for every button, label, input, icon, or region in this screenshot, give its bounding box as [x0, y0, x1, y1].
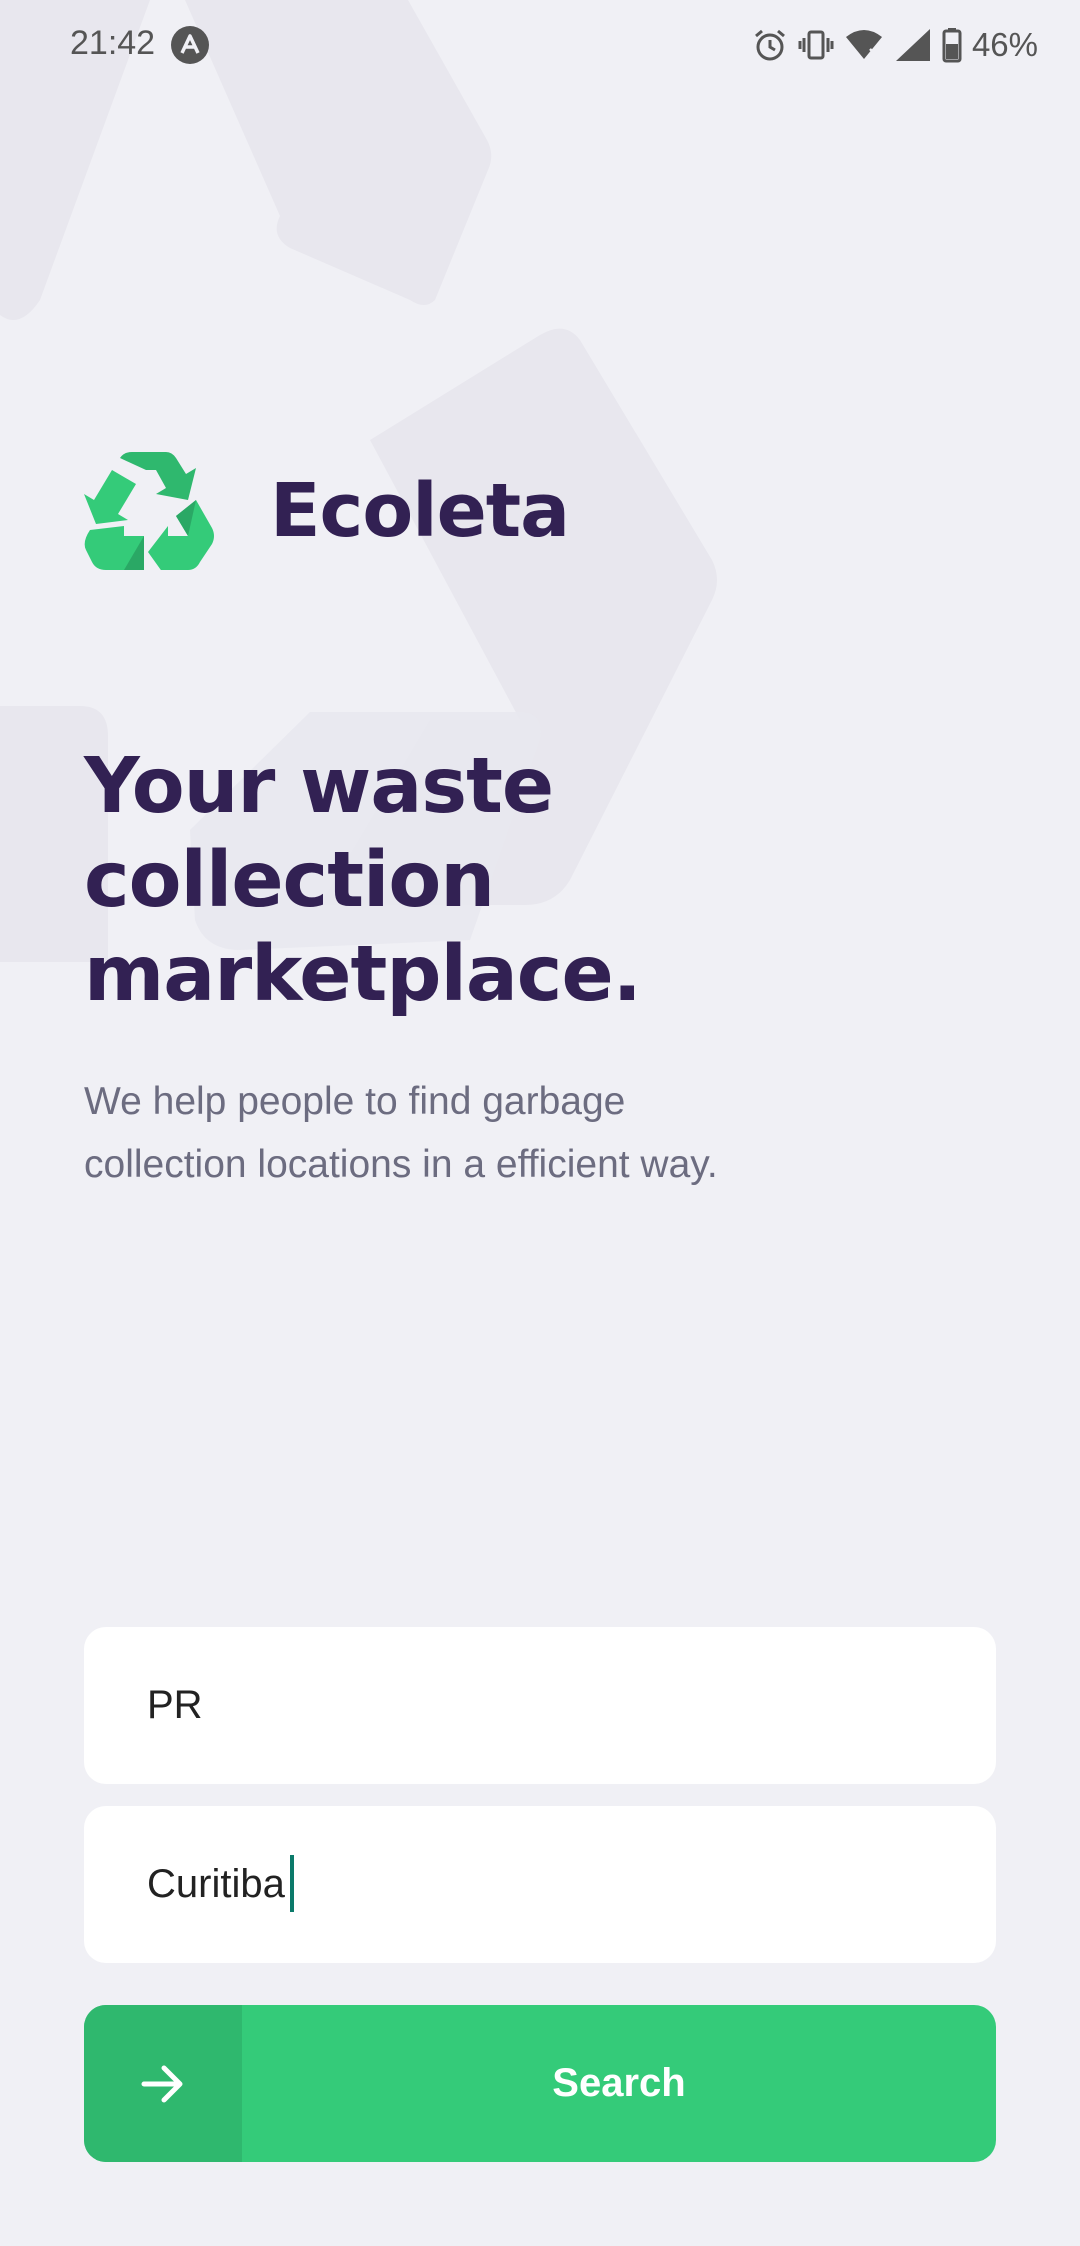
- app-name: Ecoleta: [270, 468, 570, 554]
- battery-icon: [942, 28, 962, 63]
- city-field[interactable]: [84, 1806, 996, 1963]
- page-title: Your waste collection marketplace.: [84, 740, 764, 1022]
- vibrate-icon: [798, 30, 834, 60]
- page-description: We help people to find garbage collectio…: [84, 1080, 718, 1186]
- arrow-right-icon: [141, 2065, 183, 2102]
- title-line-3: marketplace.: [84, 930, 642, 1019]
- recycle-icon: [84, 452, 214, 570]
- uf-field[interactable]: [84, 1627, 996, 1784]
- app-notification-icon: [171, 26, 209, 64]
- wifi-icon: [845, 30, 882, 59]
- status-bar: 21:42 46%: [0, 0, 1080, 90]
- status-time: 21:42: [70, 24, 156, 62]
- uf-input[interactable]: [147, 1683, 927, 1728]
- search-button-label: Search: [552, 2061, 686, 2105]
- alarm-icon: [754, 29, 785, 61]
- city-input[interactable]: [147, 1862, 927, 1907]
- app-logo: Ecoleta: [84, 452, 570, 570]
- battery-level: 46%: [971, 26, 1038, 63]
- cell-signal-icon: [895, 29, 930, 61]
- text-cursor: [290, 1855, 294, 1912]
- search-button-icon-box: [84, 2005, 242, 2162]
- search-button[interactable]: Search: [84, 2005, 996, 2162]
- title-line-1: Your waste: [84, 742, 554, 831]
- title-line-2: collection: [84, 836, 495, 925]
